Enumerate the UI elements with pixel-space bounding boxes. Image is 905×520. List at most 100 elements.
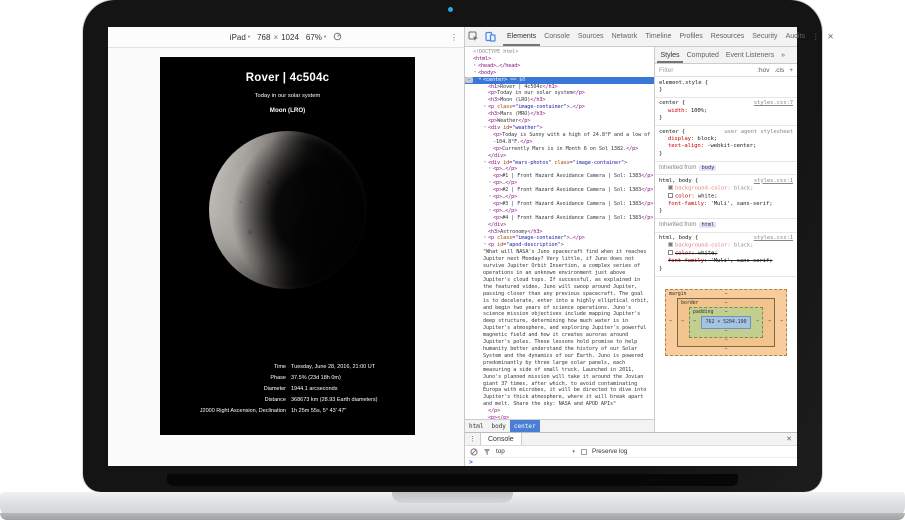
- filter-funnel-icon[interactable]: [483, 443, 491, 461]
- twisty-icon[interactable]: ▸: [487, 208, 493, 215]
- device-toolbar-toggle-icon[interactable]: [482, 27, 499, 46]
- console-close-icon[interactable]: ✕: [781, 433, 797, 445]
- margin-right-value[interactable]: −: [780, 319, 783, 326]
- twisty-icon[interactable]: ▾: [482, 125, 488, 132]
- dom-tree-row[interactable]: ▸<p>…</p>: [465, 208, 654, 215]
- dom-tree-row[interactable]: ▸<p class="image-container">…</p>: [465, 104, 654, 111]
- tab-audits[interactable]: Audits: [782, 27, 809, 46]
- padding-top-value[interactable]: −: [725, 309, 728, 316]
- dom-tree-row[interactable]: <h1>Rover | 4c504c</h1>: [465, 84, 654, 91]
- twisty-icon[interactable]: ▸: [482, 235, 488, 242]
- filter-toggle-hov[interactable]: :hov: [757, 67, 769, 74]
- network-throttle-icon[interactable]: [333, 32, 342, 43]
- dom-tree-row[interactable]: <p>#1 | Front Hazard Avoidance Camera | …: [465, 173, 654, 180]
- zoom-select[interactable]: 67% ▾: [306, 33, 326, 42]
- css-declaration[interactable]: width: 100%;: [659, 108, 793, 115]
- row-overflow-icon[interactable]: ⋯: [465, 77, 473, 83]
- color-swatch[interactable]: [668, 242, 673, 247]
- dom-tree-row[interactable]: ▸<p>…</p>: [465, 166, 654, 173]
- devtools-menu-icon[interactable]: ⋮: [809, 32, 823, 41]
- twisty-icon[interactable]: ▾: [477, 77, 483, 84]
- css-declaration[interactable]: font-family: 'Muli', sans-serif;: [659, 201, 793, 208]
- dom-tree-row[interactable]: ▾<p id="apod-description">: [465, 242, 654, 249]
- sidebar-tab-more[interactable]: »: [778, 47, 789, 63]
- stylesheet-link[interactable]: styles.css:1: [754, 235, 793, 242]
- twisty-icon[interactable]: ▸: [487, 194, 493, 201]
- css-declaration[interactable]: background-color: black;: [659, 185, 793, 193]
- css-declaration[interactable]: font-family: 'Muli', sans-serif;: [659, 258, 793, 265]
- breadcrumb-item-center[interactable]: center: [510, 420, 540, 432]
- dom-tree-row[interactable]: </div>: [465, 222, 654, 229]
- dom-tree-row[interactable]: <h3>Moon (LRO)</h3>: [465, 97, 654, 104]
- dom-tree-row[interactable]: <!DOCTYPE html>: [465, 49, 654, 56]
- inherited-node-link[interactable]: body: [699, 165, 716, 171]
- color-swatch[interactable]: [668, 250, 673, 255]
- device-select[interactable]: iPad ▾: [230, 33, 250, 42]
- dom-tree-row[interactable]: </div>: [465, 153, 654, 160]
- rule-selector[interactable]: element.style {: [659, 80, 708, 87]
- dom-tree-row[interactable]: <p>Today is Sunny with a high of 24.8°F …: [465, 132, 654, 146]
- css-declaration[interactable]: color: white;: [659, 193, 793, 201]
- styles-filter-input[interactable]: Filter: [659, 67, 673, 74]
- execution-context-select[interactable]: top ▼: [496, 448, 576, 455]
- twisty-icon[interactable]: ▸: [487, 166, 493, 173]
- inherited-node-link[interactable]: html: [699, 222, 716, 228]
- tab-timeline[interactable]: Timeline: [641, 27, 675, 46]
- dom-tree-row[interactable]: ▸<p>…</p>: [465, 180, 654, 187]
- margin-bottom-value[interactable]: −: [725, 346, 728, 353]
- breadcrumb-item-body[interactable]: body: [487, 420, 509, 432]
- dom-tree-row[interactable]: ▸<p class="image-container">…</p>: [465, 235, 654, 242]
- twisty-icon[interactable]: ▸: [472, 63, 478, 70]
- dom-tree-row[interactable]: <h3>Mars (MRO)</h3>: [465, 111, 654, 118]
- dom-tree-row[interactable]: <p>Today in our solar system</p>: [465, 90, 654, 97]
- inspect-icon[interactable]: [465, 27, 482, 46]
- dom-tree-row[interactable]: <p></p>: [465, 415, 654, 419]
- box-model-diagram[interactable]: margin − − − − border − − −: [665, 289, 787, 356]
- twisty-icon[interactable]: ▾: [482, 242, 488, 249]
- dom-tree-row[interactable]: </p>: [465, 408, 654, 415]
- css-declaration[interactable]: display: block;: [659, 136, 793, 143]
- viewport-height[interactable]: 1024: [281, 33, 299, 42]
- css-declaration[interactable]: text-align: -webkit-center;: [659, 143, 793, 150]
- color-swatch[interactable]: [668, 193, 673, 198]
- box-model-border[interactable]: border − − − − padding − −: [677, 298, 775, 347]
- dom-tree-row[interactable]: <p>#3 | Front Hazard Avoidance Camera | …: [465, 201, 654, 208]
- tab-console[interactable]: Console: [540, 27, 574, 46]
- tab-sources[interactable]: Sources: [574, 27, 608, 46]
- rule-selector[interactable]: html, body {: [659, 235, 698, 242]
- sidebar-tab-computed[interactable]: Computed: [683, 47, 722, 63]
- dom-tree-row[interactable]: <html>: [465, 56, 654, 63]
- dom-tree-row[interactable]: <h3>Astronomy</h3>: [465, 229, 654, 236]
- device-toolbar-menu-icon[interactable]: ⋮: [447, 27, 461, 47]
- dom-tree-row[interactable]: ▾<div id="weather">: [465, 125, 654, 132]
- tab-profiles[interactable]: Profiles: [675, 27, 706, 46]
- css-declaration[interactable]: color: white;: [659, 250, 793, 258]
- box-model-margin[interactable]: margin − − − − border − − −: [665, 289, 787, 356]
- padding-left-value[interactable]: −: [693, 319, 696, 326]
- twisty-icon[interactable]: ▸: [487, 180, 493, 187]
- border-right-value[interactable]: −: [768, 319, 771, 326]
- devtools-close-icon[interactable]: ✕: [825, 32, 837, 41]
- border-left-value[interactable]: −: [681, 319, 684, 326]
- dom-tree-row[interactable]: <p>#4 | Front Hazard Avoidance Camera | …: [465, 215, 654, 222]
- sidebar-tab-event-listeners[interactable]: Event Listeners: [722, 47, 777, 63]
- tab-elements[interactable]: Elements: [503, 27, 540, 46]
- webpage[interactable]: Rover | 4c504c Today in our solar system…: [160, 57, 415, 435]
- tab-network[interactable]: Network: [608, 27, 642, 46]
- dom-tree-row[interactable]: "What will NASA's Juno spacecraft find w…: [465, 249, 654, 408]
- sidebar-tab-styles[interactable]: Styles: [657, 47, 683, 63]
- rule-selector[interactable]: html, body {: [659, 178, 698, 185]
- stylesheet-link[interactable]: user agent stylesheet: [724, 129, 793, 136]
- box-model-padding[interactable]: padding − − − − 762 × 5204.190: [689, 307, 763, 338]
- dom-tree-row[interactable]: ▾⋯<center> == $0: [465, 77, 654, 84]
- breadcrumb-item-html[interactable]: html: [465, 420, 487, 432]
- stylesheet-link[interactable]: styles.css:1: [754, 178, 793, 185]
- border-bottom-value[interactable]: −: [725, 337, 728, 344]
- rule-selector[interactable]: center {: [659, 129, 685, 136]
- twisty-icon[interactable]: ▾: [472, 70, 478, 77]
- tab-resources[interactable]: Resources: [707, 27, 748, 46]
- dom-tree-row[interactable]: <p>Weather</p>: [465, 118, 654, 125]
- stylesheet-link[interactable]: styles.css:7: [754, 100, 793, 107]
- dom-tree-row[interactable]: ▾<body>: [465, 70, 654, 77]
- margin-left-value[interactable]: −: [669, 319, 672, 326]
